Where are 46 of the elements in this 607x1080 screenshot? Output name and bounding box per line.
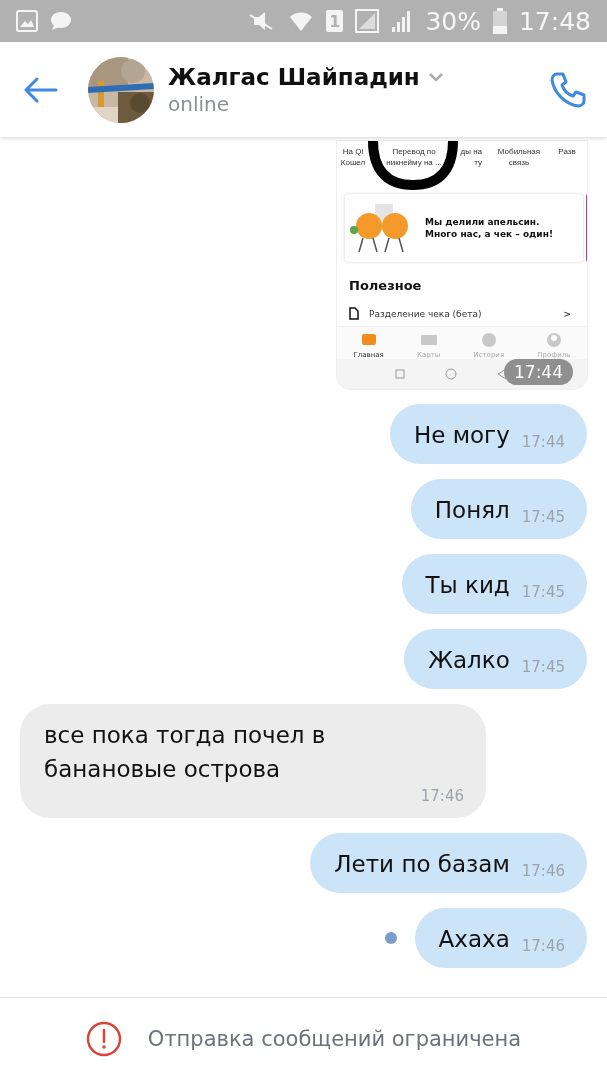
message-time: 17:46: [420, 786, 464, 806]
message-time: 17:45: [521, 507, 565, 527]
message-text: Лети по базам: [334, 850, 510, 879]
square-icon: [395, 369, 405, 379]
warning-icon: [85, 1021, 122, 1057]
section-title: Полезное: [349, 278, 423, 293]
shortcut-label: Кошел: [340, 157, 366, 168]
shortcut-label: Мобильная: [497, 146, 541, 157]
chevron: >: [563, 308, 571, 319]
promo-text: Мы делили апельсин. Много нас, а чек – один!: [425, 216, 553, 240]
notice-text: Отправка сообщений ограничена: [147, 1027, 522, 1051]
phone-icon[interactable]: [549, 70, 587, 109]
message-time: 17:45: [521, 657, 565, 677]
message-text: Ты кид: [425, 571, 510, 600]
shortcut-label: ту: [474, 157, 482, 168]
shortcut-label: На Ql: [342, 146, 364, 157]
sim-icon: 1: [326, 10, 344, 32]
message-text: Ахаха: [438, 925, 510, 954]
chevron-down-icon[interactable]: [427, 71, 444, 82]
message-text: Не могу: [413, 421, 510, 450]
message-time: 17:44: [504, 359, 573, 385]
shortcut-label: Разв: [558, 146, 576, 157]
message-time: 17:44: [521, 432, 565, 452]
back-arrow-icon[interactable]: [22, 75, 58, 104]
message-time: 17:46: [521, 861, 565, 881]
message-text: Понял: [434, 496, 510, 525]
menu-row[interactable]: Разделение чека (бета): [369, 308, 554, 319]
shortcut-label: связь: [508, 157, 530, 168]
clock: 17:48: [518, 6, 591, 36]
battery-icon: [492, 8, 507, 34]
document-icon: [349, 307, 359, 320]
message-text: Жалко: [428, 646, 510, 675]
message-time: 17:46: [521, 936, 565, 956]
no-signal-icon: [355, 9, 380, 33]
shortcut-label: Перевод по: [392, 146, 436, 157]
profile-icon: [544, 331, 563, 349]
contact-name[interactable]: Жалгас Шайпадин: [168, 63, 420, 90]
gallery-icon: [16, 10, 38, 32]
chat-bubble-icon: [50, 11, 72, 31]
circle-icon: [445, 368, 457, 380]
shortcut-label: никнейму на ...: [386, 157, 442, 168]
contact-status: online: [168, 91, 230, 116]
shortcut-label: ды на: [460, 146, 482, 157]
battery-percent: 30%: [425, 6, 481, 36]
message-time: 17:45: [521, 582, 565, 602]
message-text: все пока тогда почел в банановые острова: [44, 721, 327, 784]
